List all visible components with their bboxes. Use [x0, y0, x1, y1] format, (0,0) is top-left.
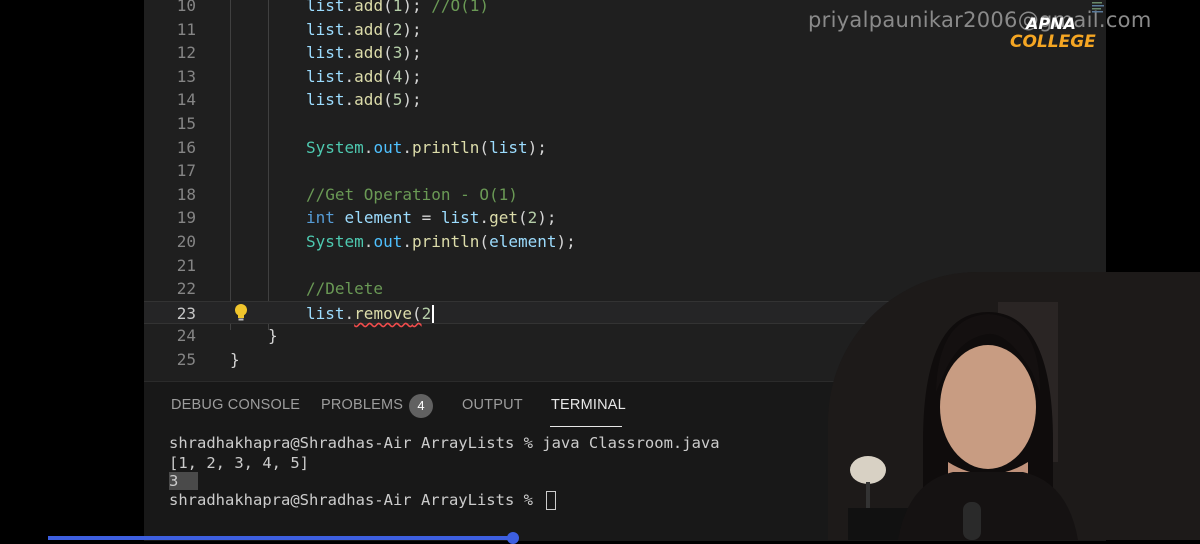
line-number: 24 [176, 326, 196, 346]
code-text: } [268, 326, 278, 346]
code-line: 14 list.add(5); [144, 88, 1106, 112]
code-text: //Get Operation - O(1) [306, 184, 518, 204]
code-line: 17 [144, 159, 1106, 183]
code-line: 15 [144, 112, 1106, 136]
terminal-line: shradhakhapra@Shradhas-Air ArrayLists % … [169, 434, 720, 452]
code-line: 12 list.add(3); [144, 41, 1106, 65]
line-number: 12 [176, 43, 196, 63]
code-line: 19 int element = list.get(2); [144, 206, 1106, 230]
presenter-video [828, 272, 1200, 540]
line-number: 22 [176, 279, 196, 299]
line-number: 13 [176, 66, 196, 86]
code-text: list.add(4); [306, 66, 422, 86]
code-text: list.add(3); [306, 43, 422, 63]
line-number: 25 [176, 350, 196, 369]
tab-debug-console[interactable]: DEBUG CONSOLE [171, 397, 300, 413]
code-text: int element = list.get(2); [306, 208, 557, 228]
line-number: 10 [176, 0, 196, 15]
code-line: 16 System.out.println(list); [144, 136, 1106, 160]
line-number: 20 [176, 232, 196, 251]
code-text: System.out.println(element); [306, 232, 576, 251]
code-text: System.out.println(list); [306, 137, 547, 157]
terminal-line: 3 [169, 471, 199, 491]
code-text: //Delete [306, 279, 384, 299]
logo-line2: COLLEGE [1010, 32, 1096, 52]
webcam-overlay [828, 272, 1200, 540]
terminal-line: [1, 2, 3, 4, 5] [169, 454, 309, 472]
line-number: 17 [176, 161, 196, 181]
line-number: 14 [176, 90, 196, 110]
code-text: list.add(1); //O(1) [306, 0, 490, 15]
line-number: 21 [176, 255, 196, 275]
code-text: } [230, 350, 240, 369]
terminal-output: 3 [169, 472, 199, 490]
line-number: 19 [176, 208, 196, 228]
video-progress-handle[interactable] [507, 532, 519, 544]
tab-output[interactable]: OUTPUT [462, 397, 523, 413]
code-text: list.add(2); [306, 19, 422, 39]
line-number: 11 [176, 19, 196, 39]
minimap[interactable] [1090, 0, 1106, 30]
text-cursor [432, 305, 435, 324]
line-number: 23 [176, 303, 196, 323]
code-text: list.add(5); [306, 90, 422, 110]
code-text: list.remove(2 [306, 302, 435, 326]
line-number: 16 [176, 137, 196, 157]
lightbulb-icon[interactable] [234, 303, 248, 323]
line-number: 15 [176, 114, 196, 133]
line-number: 18 [176, 184, 196, 204]
problems-count-badge: 4 [409, 394, 433, 418]
active-tab-indicator [550, 426, 622, 427]
apna-college-logo: APNA COLLEGE [1010, 14, 1096, 52]
tab-terminal[interactable]: TERMINAL [551, 397, 626, 413]
logo-line1: APNA [1026, 14, 1076, 33]
terminal-prompt: shradhakhapra@Shradhas-Air ArrayLists % [169, 491, 543, 509]
terminal-prompt-line[interactable]: shradhakhapra@Shradhas-Air ArrayLists % [169, 490, 557, 510]
code-line: 13 list.add(4); [144, 65, 1106, 89]
tab-problems[interactable]: PROBLEMS [321, 397, 403, 413]
video-progress-bar[interactable] [48, 536, 514, 540]
code-line: 20 System.out.println(element); [144, 230, 1106, 254]
terminal-cursor [546, 491, 557, 510]
code-line: 18 //Get Operation - O(1) [144, 183, 1106, 207]
